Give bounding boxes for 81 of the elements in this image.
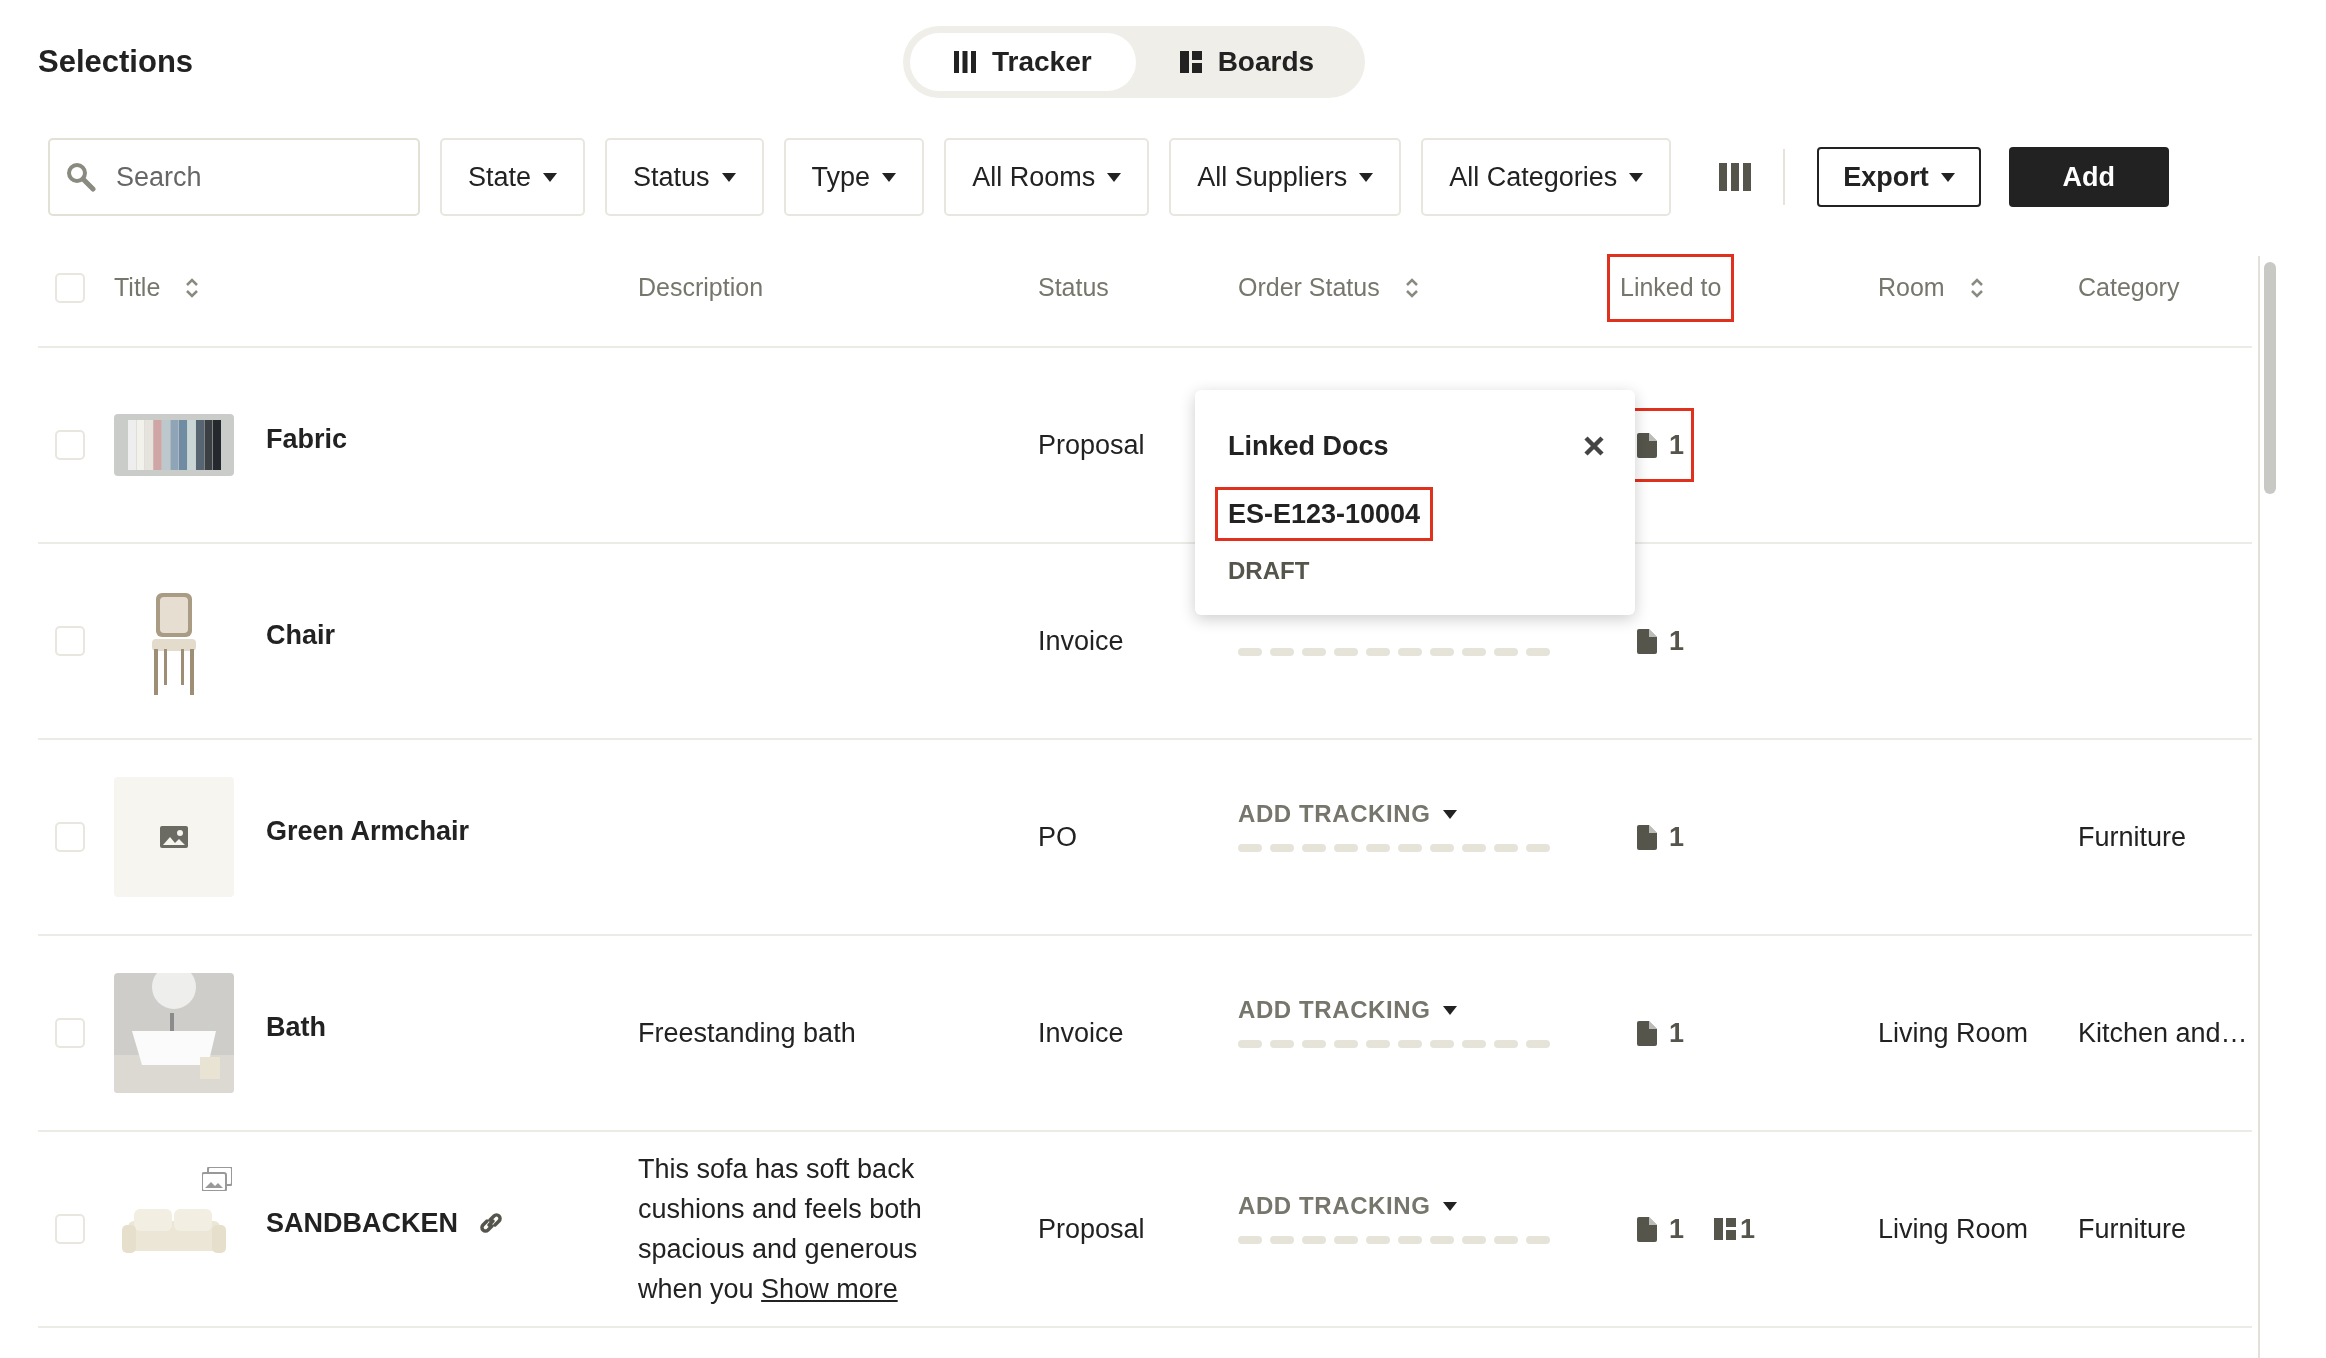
- checkbox[interactable]: [55, 273, 85, 303]
- linked-docs-count[interactable]: 1: [1627, 799, 1695, 875]
- sort-icon[interactable]: [185, 276, 200, 300]
- filter-dropdown[interactable]: All Rooms: [944, 138, 1150, 216]
- filter-dropdown[interactable]: Status: [605, 138, 764, 216]
- document-icon: [1637, 1020, 1657, 1046]
- linked-boards-count[interactable]: 1: [1714, 1208, 1756, 1250]
- status-text: Proposal: [1038, 429, 1145, 460]
- status-text: Invoice: [1038, 1017, 1124, 1048]
- document-icon: [1637, 1216, 1657, 1242]
- view-tab[interactable]: Tracker: [910, 33, 1136, 91]
- checkbox[interactable]: [55, 1214, 85, 1244]
- caret-icon: [1940, 172, 1955, 182]
- checkbox[interactable]: [55, 822, 85, 852]
- caret-icon: [1107, 172, 1122, 182]
- gallery-icon: [202, 1167, 232, 1191]
- add-tracking-dropdown[interactable]: ADD TRACKING: [1238, 1188, 1457, 1224]
- caret-icon: [1442, 809, 1457, 819]
- item-description: Freestanding bath: [638, 1017, 857, 1050]
- column-header: Category: [2077, 272, 2181, 304]
- linked-docs-count[interactable]: 1: [1627, 603, 1695, 679]
- boards-icon: [1179, 51, 1202, 73]
- status-text: Proposal: [1038, 1213, 1145, 1244]
- item-title[interactable]: Fabric: [266, 418, 348, 460]
- item-description: This sofa has soft back cushions and feels both spacious and generous when you Show more: [638, 1153, 923, 1306]
- item-title[interactable]: Chair: [266, 614, 336, 656]
- add-tracking-dropdown[interactable]: ADD TRACKING: [1238, 796, 1457, 832]
- add-button[interactable]: Add: [2008, 147, 2169, 207]
- boards-icon: [1714, 1218, 1737, 1240]
- caret-icon: [721, 172, 736, 182]
- doc-status: DRAFT: [1227, 556, 1310, 586]
- sort-icon[interactable]: [1404, 276, 1419, 300]
- caret-icon: [543, 172, 558, 182]
- page-title: Selections: [38, 42, 195, 81]
- search-field[interactable]: Search: [48, 138, 420, 216]
- show-more-link[interactable]: Show more: [761, 1274, 898, 1304]
- caret-icon: [1359, 172, 1374, 182]
- link-icon[interactable]: [478, 1210, 504, 1236]
- caret-icon: [882, 172, 897, 182]
- column-header: Linked to: [1607, 254, 1735, 322]
- column-header[interactable]: Title: [101, 254, 174, 322]
- category-text: Kitchen and…: [2078, 1017, 2248, 1048]
- filter-dropdown[interactable]: State: [440, 138, 586, 216]
- filter-dropdown[interactable]: Type: [783, 138, 925, 216]
- export-button[interactable]: Export: [1817, 147, 1981, 207]
- column-header[interactable]: Room: [1865, 254, 1958, 322]
- filter-dropdown[interactable]: All Categories: [1421, 138, 1672, 216]
- item-title[interactable]: Bath: [266, 1006, 326, 1048]
- document-icon: [1637, 824, 1657, 850]
- close-icon[interactable]: [1583, 435, 1605, 458]
- caret-icon: [1629, 172, 1644, 182]
- room-text: Living Room: [1878, 1213, 2029, 1244]
- column-header[interactable]: Order Status: [1225, 254, 1393, 322]
- item-title[interactable]: SANDBACKEN: [266, 1202, 458, 1244]
- add-tracking-dropdown[interactable]: ADD TRACKING: [1238, 992, 1457, 1028]
- caret-icon: [1442, 1005, 1457, 1015]
- linked-doc-link[interactable]: ES-E123-10004: [1215, 486, 1434, 541]
- image-icon: [160, 826, 188, 848]
- filter-dropdown[interactable]: All Suppliers: [1169, 138, 1402, 216]
- linked-docs-count[interactable]: 1: [1627, 1191, 1695, 1267]
- checkbox[interactable]: [55, 626, 85, 656]
- document-icon: [1637, 628, 1657, 654]
- sort-icon[interactable]: [1969, 276, 1984, 300]
- status-text: PO: [1038, 821, 1077, 852]
- category-text: Furniture: [2078, 821, 2187, 852]
- checkbox[interactable]: [55, 430, 85, 460]
- checkbox[interactable]: [55, 1018, 85, 1048]
- column-header: Description: [637, 272, 765, 304]
- status-text: Invoice: [1038, 625, 1124, 656]
- document-icon: [1637, 432, 1657, 458]
- columns-icon[interactable]: [1719, 163, 1752, 191]
- room-text: Living Room: [1878, 1017, 2029, 1048]
- caret-icon: [1442, 1201, 1457, 1211]
- view-tab[interactable]: Boards: [1135, 33, 1359, 91]
- linked-docs-count[interactable]: 1: [1627, 995, 1695, 1071]
- popup-title: Linked Docs: [1228, 430, 1389, 463]
- search-icon: [66, 162, 96, 192]
- columns-icon: [954, 51, 976, 73]
- category-text: Furniture: [2078, 1213, 2187, 1244]
- column-header: Status: [1037, 272, 1110, 304]
- item-title[interactable]: Green Armchair: [266, 810, 470, 852]
